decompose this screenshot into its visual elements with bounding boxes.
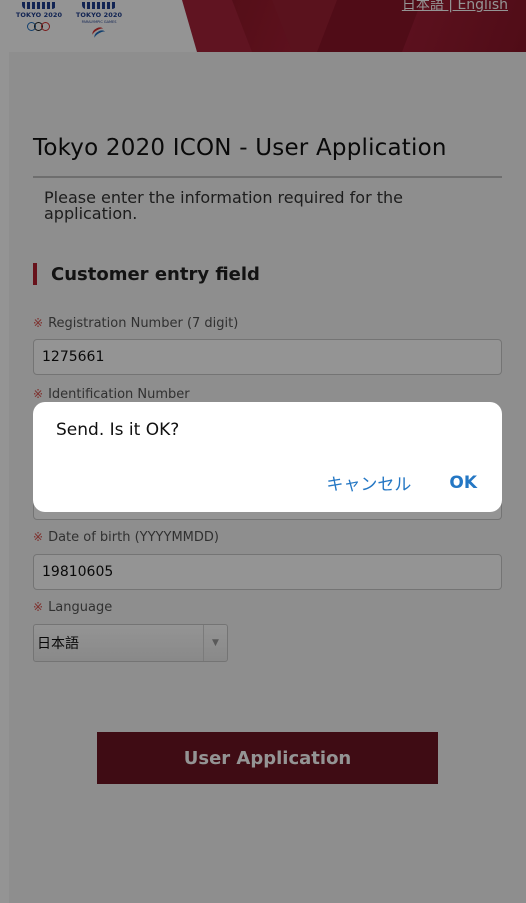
confirm-dialog: Send. Is it OK? キャンセル OK <box>33 402 502 512</box>
ok-button[interactable]: OK <box>449 473 477 493</box>
dialog-actions: キャンセル OK <box>326 470 477 496</box>
dialog-message: Send. Is it OK? <box>56 420 180 440</box>
cancel-button[interactable]: キャンセル <box>326 470 411 495</box>
